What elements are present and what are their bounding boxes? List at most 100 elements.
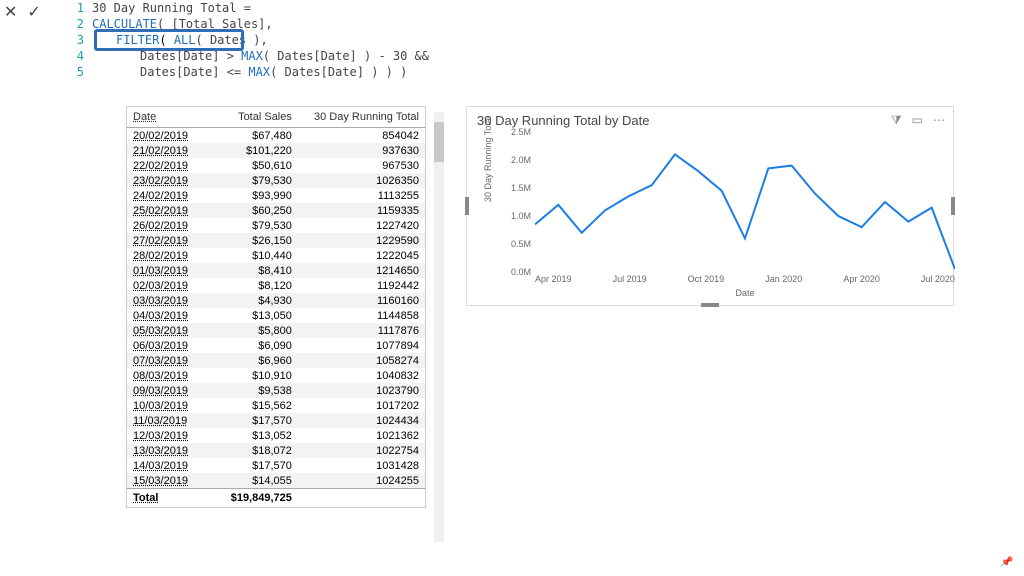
code-line: 30 Day Running Total =	[92, 0, 251, 16]
table-row[interactable]: 04/03/2019$13,0501144858	[127, 308, 425, 323]
y-tick: 2.5M	[511, 127, 531, 137]
cell: $17,570	[208, 458, 297, 473]
cell: $101,220	[208, 143, 297, 158]
table-row[interactable]: 05/03/2019$5,8001117876	[127, 323, 425, 338]
resize-handle[interactable]	[465, 197, 469, 215]
cell: 1024434	[298, 413, 425, 428]
cell: 15/03/2019	[127, 473, 208, 488]
cell: 27/02/2019	[127, 233, 208, 248]
cell: 1031428	[298, 458, 425, 473]
accept-icon[interactable]: ✓	[27, 2, 40, 22]
table-row[interactable]: 27/02/2019$26,1501229590	[127, 233, 425, 248]
cell: 1058274	[298, 353, 425, 368]
y-tick: 1.0M	[511, 211, 531, 221]
resize-handle[interactable]	[701, 303, 719, 307]
cell: 937630	[298, 143, 425, 158]
cell: 24/02/2019	[127, 188, 208, 203]
cell: 12/03/2019	[127, 428, 208, 443]
table-scrollbar[interactable]	[434, 112, 444, 542]
cell: 04/03/2019	[127, 308, 208, 323]
cell: 1022754	[298, 443, 425, 458]
x-tick: Apr 2019	[535, 274, 572, 284]
cell: 02/03/2019	[127, 278, 208, 293]
table-row[interactable]: 22/02/2019$50,610967530	[127, 158, 425, 173]
table-row[interactable]: 25/02/2019$60,2501159335	[127, 203, 425, 218]
focus-mode-icon[interactable]: ▭	[912, 113, 923, 128]
cancel-icon[interactable]: ✕	[4, 2, 17, 22]
cell: $26,150	[208, 233, 297, 248]
cell: $79,530	[208, 173, 297, 188]
resize-handle[interactable]	[951, 197, 955, 215]
cell: $93,990	[208, 188, 297, 203]
cell: $10,440	[208, 248, 297, 263]
cell: 26/02/2019	[127, 218, 208, 233]
table-row[interactable]: 23/02/2019$79,5301026350	[127, 173, 425, 188]
cell: 22/02/2019	[127, 158, 208, 173]
cell: 967530	[298, 158, 425, 173]
table-row[interactable]: 20/02/2019$67,480854042	[127, 128, 425, 143]
col-header-sales[interactable]: Total Sales	[208, 107, 297, 127]
x-tick: Jul 2019	[613, 274, 647, 284]
table-row[interactable]: 10/03/2019$15,5621017202	[127, 398, 425, 413]
table-row[interactable]: 09/03/2019$9,5381023790	[127, 383, 425, 398]
table-row[interactable]: 24/02/2019$93,9901113255	[127, 188, 425, 203]
cell: $15,562	[208, 398, 297, 413]
table-row[interactable]: 21/02/2019$101,220937630	[127, 143, 425, 158]
table-row[interactable]: 15/03/2019$14,0551024255	[127, 473, 425, 488]
cell: 11/03/2019	[127, 413, 208, 428]
cell: 1159335	[298, 203, 425, 218]
table-row[interactable]: 11/03/2019$17,5701024434	[127, 413, 425, 428]
line-number: 3	[70, 32, 84, 48]
data-table[interactable]: Date Total Sales 30 Day Running Total 20…	[126, 106, 426, 508]
col-header-date[interactable]: Date	[127, 107, 208, 127]
table-row[interactable]: 13/03/2019$18,0721022754	[127, 443, 425, 458]
table-row[interactable]: 08/03/2019$10,9101040832	[127, 368, 425, 383]
x-tick: Jan 2020	[765, 274, 802, 284]
cell: 03/03/2019	[127, 293, 208, 308]
cell: $6,090	[208, 338, 297, 353]
table-row[interactable]: 03/03/2019$4,9301160160	[127, 293, 425, 308]
filter-icon[interactable]: ⧩	[891, 113, 902, 128]
more-options-icon[interactable]: ⋯	[933, 113, 945, 128]
cell: 14/03/2019	[127, 458, 208, 473]
cell: 1021362	[298, 428, 425, 443]
cell: 25/02/2019	[127, 203, 208, 218]
table-row[interactable]: 07/03/2019$6,9601058274	[127, 353, 425, 368]
y-tick: 2.0M	[511, 155, 531, 165]
table-row[interactable]: 06/03/2019$6,0901077894	[127, 338, 425, 353]
cell: $13,050	[208, 308, 297, 323]
table-row[interactable]: 14/03/2019$17,5701031428	[127, 458, 425, 473]
table-footer: Total $19,849,725	[127, 488, 425, 507]
x-axis-title: Date	[535, 288, 955, 298]
cell: $4,930	[208, 293, 297, 308]
table-row[interactable]: 01/03/2019$8,4101214650	[127, 263, 425, 278]
y-tick: 1.5M	[511, 183, 531, 193]
chart-plot-area	[535, 132, 955, 272]
cell: 20/02/2019	[127, 128, 208, 143]
formula-bar[interactable]: 130 Day Running Total = 2CALCULATE( [Tot…	[70, 0, 1024, 80]
line-number: 4	[70, 48, 84, 64]
code-line: Dates[Date] > MAX( Dates[Date] ) - 30 &&	[92, 48, 429, 64]
cell: 1144858	[298, 308, 425, 323]
table-row[interactable]: 26/02/2019$79,5301227420	[127, 218, 425, 233]
cell: 08/03/2019	[127, 368, 208, 383]
scrollbar-thumb[interactable]	[434, 122, 444, 162]
cell: 09/03/2019	[127, 383, 208, 398]
cell: $13,052	[208, 428, 297, 443]
table-row[interactable]: 02/03/2019$8,1201192442	[127, 278, 425, 293]
cell: $8,410	[208, 263, 297, 278]
cell: 1160160	[298, 293, 425, 308]
cell: $79,530	[208, 218, 297, 233]
cell: $6,960	[208, 353, 297, 368]
table-row[interactable]: 12/03/2019$13,0521021362	[127, 428, 425, 443]
x-tick: Apr 2020	[843, 274, 880, 284]
cell: 1117876	[298, 323, 425, 338]
table-row[interactable]: 28/02/2019$10,4401222045	[127, 248, 425, 263]
chart-visual[interactable]: 30 Day Running Total by Date ⧩ ▭ ⋯ 30 Da…	[466, 106, 954, 306]
footer-running	[298, 489, 425, 507]
col-header-running[interactable]: 30 Day Running Total	[298, 107, 425, 127]
cell: $17,570	[208, 413, 297, 428]
x-axis: Apr 2019Jul 2019Oct 2019Jan 2020Apr 2020…	[535, 274, 955, 284]
subscribe-logo: 📌	[1000, 557, 1012, 568]
cell: $18,072	[208, 443, 297, 458]
